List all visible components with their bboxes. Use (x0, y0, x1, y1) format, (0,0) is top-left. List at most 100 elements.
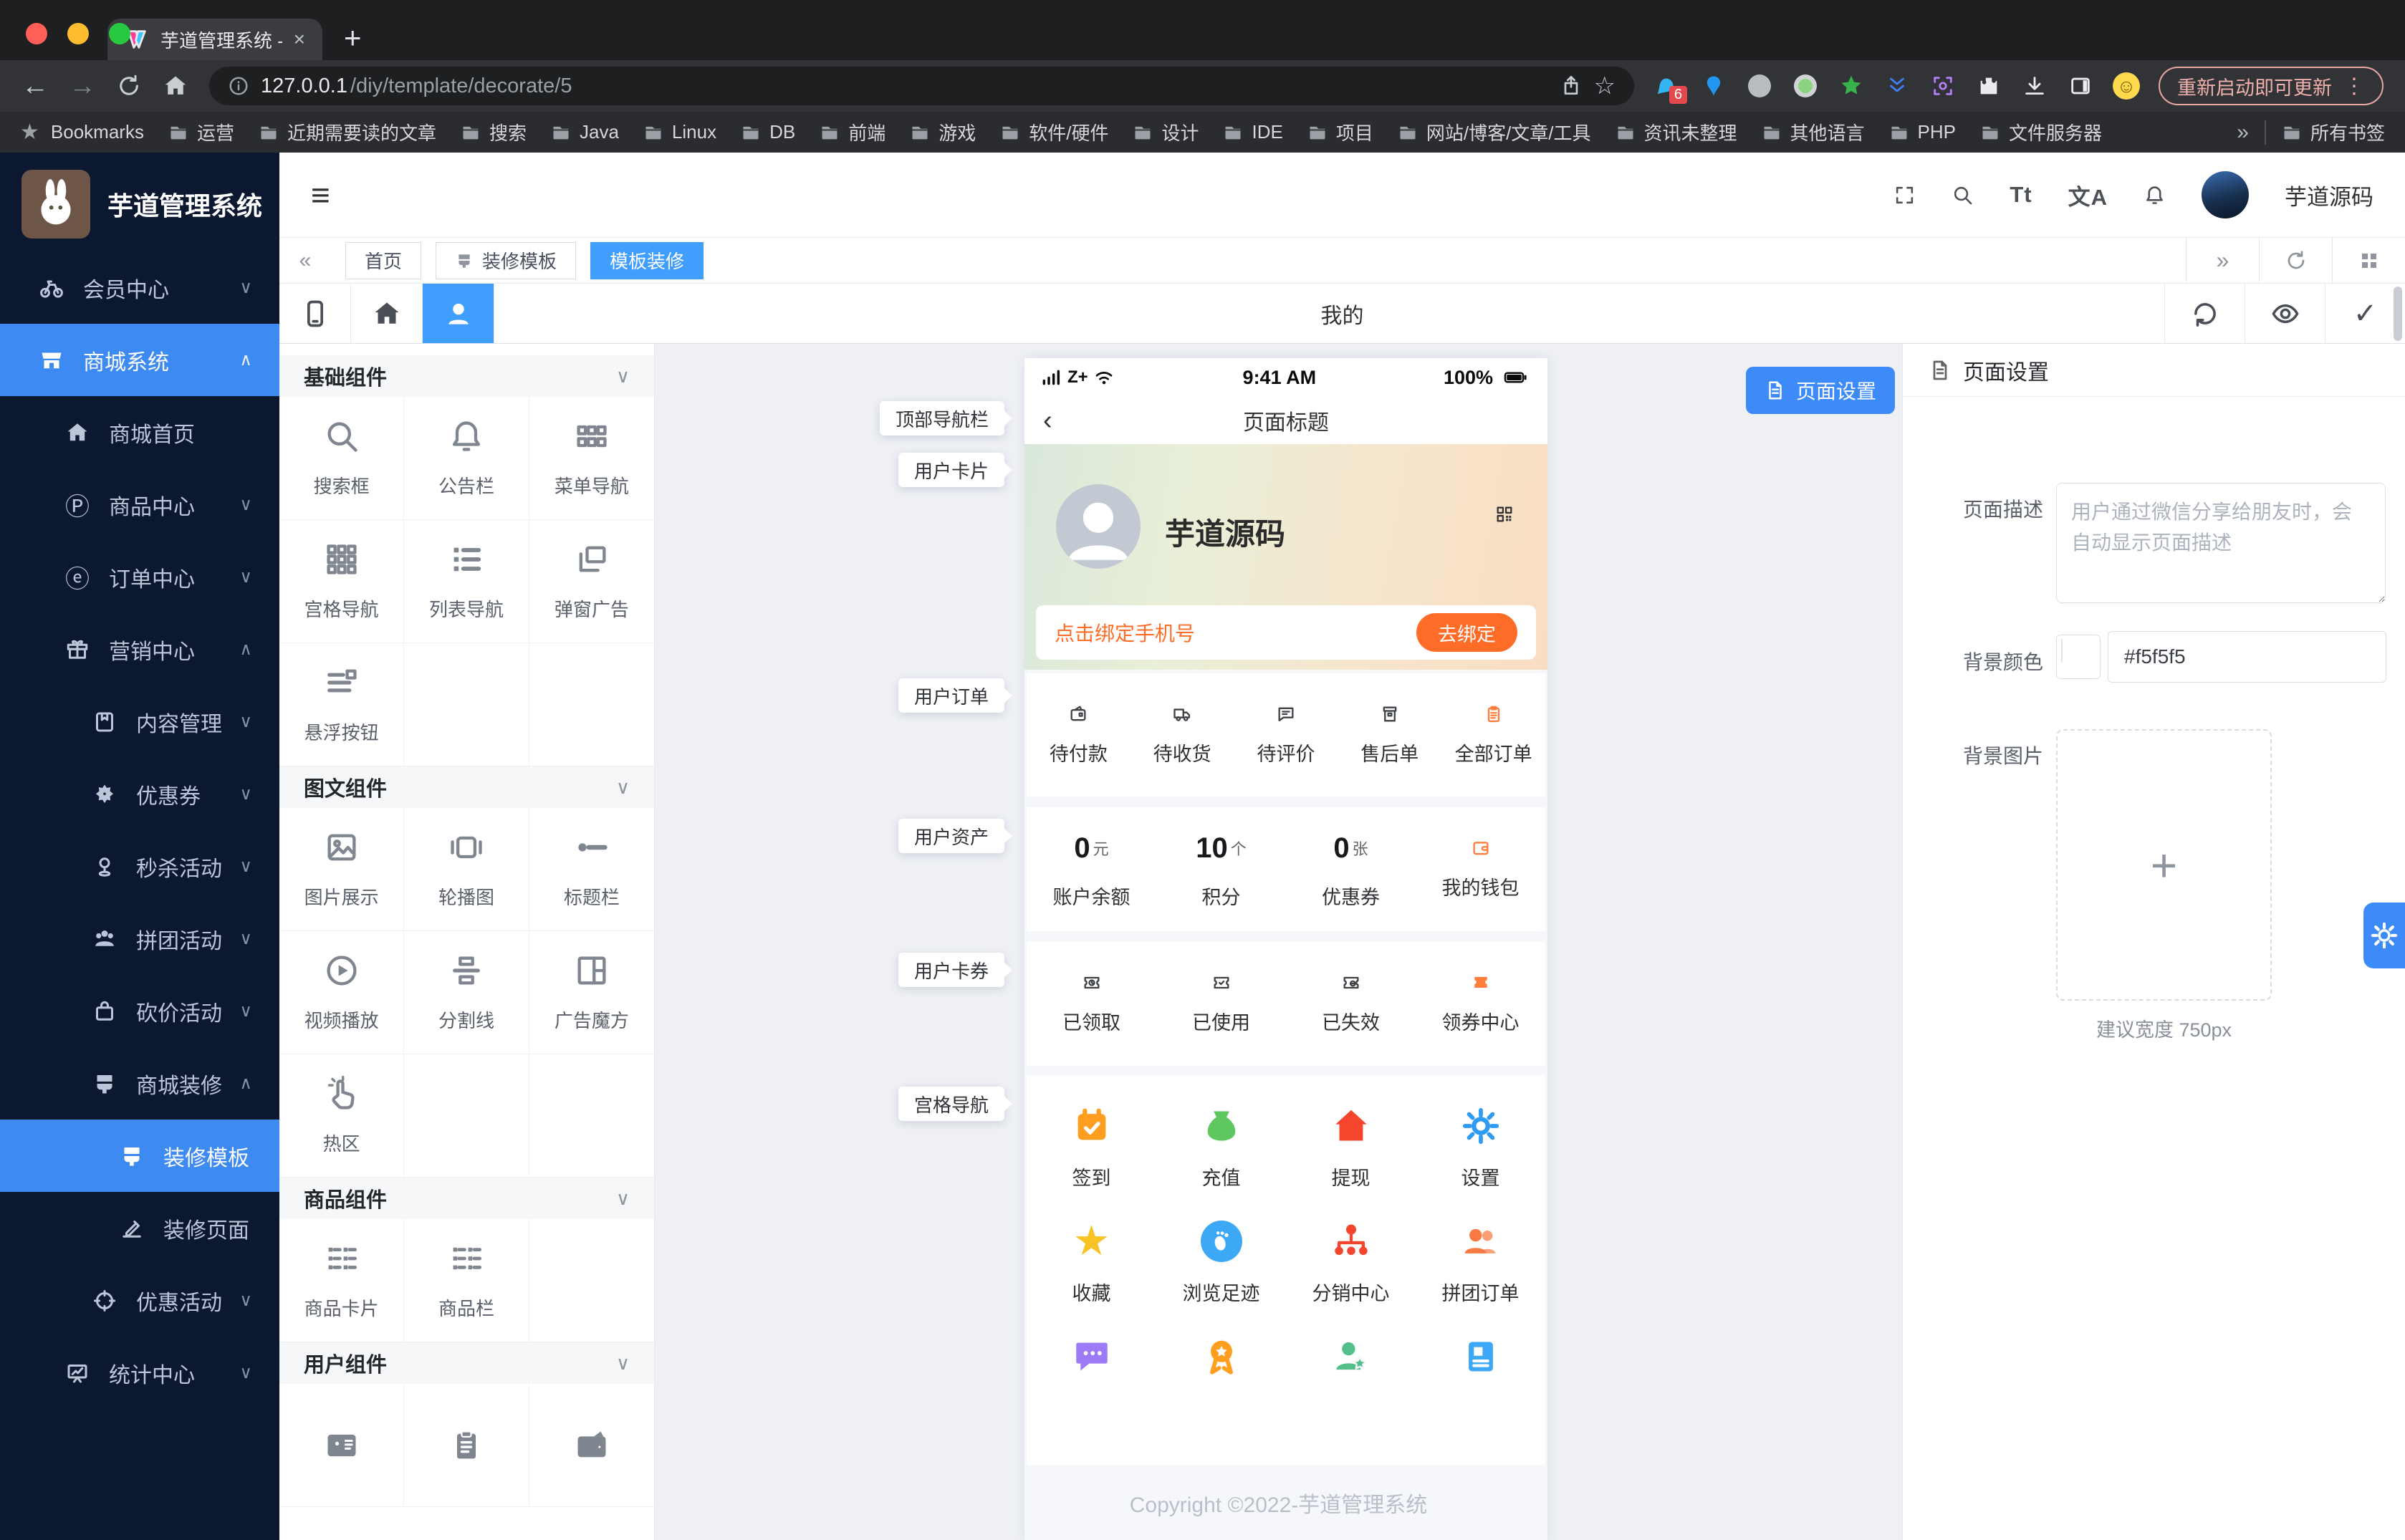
bookmark-folder[interactable]: 项目 (1307, 119, 1373, 145)
grid-item-favorites[interactable]: ★收藏 (1027, 1219, 1156, 1306)
header-username[interactable]: 芋道源码 (2285, 179, 2373, 211)
chevron-down-icon[interactable]: ∨ (616, 1352, 630, 1375)
bookmark-folder[interactable]: Java (551, 121, 619, 143)
home-page-icon[interactable] (351, 284, 423, 343)
font-size-icon[interactable]: Tt (2010, 182, 2032, 208)
sidebar-item-mall-decoration[interactable]: 商城装修∧ (0, 1047, 279, 1120)
close-window-button[interactable] (26, 23, 47, 44)
go-bind-button[interactable]: 去绑定 (1416, 613, 1517, 652)
component-user-card[interactable] (279, 1384, 404, 1507)
grid-item-card[interactable] (1416, 1334, 1545, 1379)
order-item-pending-payment[interactable]: 待付款 (1027, 704, 1131, 766)
phone-nav-bar[interactable]: ‹ 页面标题 (1024, 397, 1547, 444)
bookmark-folder[interactable]: 网站/博客/文章/工具 (1398, 119, 1591, 145)
user-asset-section[interactable]: 0元账户余额 10个积分 0张优惠券 我的钱包 (1027, 807, 1545, 931)
component-menu-nav[interactable]: 菜单导航 (529, 397, 654, 520)
bookmark-folder[interactable]: 资讯未整理 (1616, 119, 1737, 145)
chevron-down-icon[interactable]: ∨ (616, 1188, 630, 1210)
forward-icon[interactable]: → (69, 72, 96, 100)
all-bookmarks-folder[interactable]: 所有书签 (2282, 119, 2385, 145)
sidebar-item-mall-system[interactable]: 商城系统∧ (0, 324, 279, 396)
bookmark-folder[interactable]: DB (741, 121, 795, 143)
extension-scan-icon[interactable] (1929, 72, 1957, 100)
fullscreen-icon[interactable] (1893, 184, 1916, 206)
share-icon[interactable] (1560, 74, 1583, 97)
site-info-icon[interactable] (228, 75, 249, 97)
page-desc-input[interactable] (2056, 483, 2386, 603)
canvas-label-top-nav[interactable]: 顶部导航栏 (880, 401, 1004, 435)
sidebar-item-bargain[interactable]: 砍价活动∨ (0, 975, 279, 1047)
sidebar-item-decoration-template[interactable]: 装修模板 (0, 1120, 279, 1192)
tab-template-decorate[interactable]: 模板装修 (590, 242, 704, 279)
user-card-section[interactable]: 芋道源码 点击绑定手机号 去绑定 (1024, 444, 1547, 670)
grid-item-history[interactable]: 浏览足迹 (1156, 1219, 1286, 1306)
browser-home-icon[interactable] (162, 72, 189, 100)
reset-icon[interactable] (2164, 284, 2245, 343)
language-icon[interactable]: 文A (2068, 179, 2108, 211)
bookmark-folder[interactable]: 文件服务器 (1980, 119, 2102, 145)
coupon-center[interactable]: 领券中心 (1416, 973, 1545, 1035)
color-picker-swatch[interactable] (2056, 635, 2101, 679)
component-title-bar[interactable]: 标题栏 (529, 808, 654, 931)
component-divider[interactable]: 分割线 (404, 931, 529, 1054)
bookmark-folder[interactable]: 设计 (1133, 119, 1199, 145)
downloads-icon[interactable] (2021, 72, 2048, 100)
coupon-used[interactable]: 已使用 (1156, 973, 1286, 1035)
extensions-puzzle-icon[interactable] (1975, 72, 2002, 100)
coupon-received[interactable]: 已领取 (1027, 973, 1156, 1035)
notification-bell-icon[interactable] (2144, 184, 2166, 206)
component-goods-bar[interactable]: 商品栏 (404, 1219, 529, 1342)
grid-item-group-orders[interactable]: 拼团订单 (1416, 1219, 1545, 1306)
bookmark-folder[interactable]: 搜索 (461, 119, 527, 145)
sidebar-item-marketing-center[interactable]: 营销中心∧ (0, 613, 279, 685)
order-item-pending-receipt[interactable]: 待收货 (1131, 704, 1234, 766)
grid-item-distribution[interactable]: 分销中心 (1286, 1219, 1416, 1306)
bookmark-folder[interactable]: 近期需要读的文章 (259, 119, 436, 145)
tabs-scroll-left-icon[interactable]: « (279, 249, 331, 273)
browser-tab[interactable]: 芋道管理系统 - 模板装修 × (107, 19, 322, 60)
bookmarks-label[interactable]: Bookmarks (51, 121, 144, 143)
canvas-label-user-order[interactable]: 用户订单 (898, 678, 1004, 713)
canvas-label-user-asset[interactable]: 用户资产 (898, 819, 1004, 853)
new-tab-button[interactable]: + (344, 23, 362, 53)
asset-points[interactable]: 10个积分 (1156, 829, 1286, 910)
grid-item-recharge[interactable]: 充值 (1156, 1104, 1286, 1190)
tab-options-grid-icon[interactable] (2332, 238, 2405, 283)
sidebar-item-decoration-page[interactable]: 装修页面 (0, 1192, 279, 1264)
back-icon[interactable]: ← (21, 72, 49, 100)
sidebar-item-order-center[interactable]: ⓔ订单中心∨ (0, 541, 279, 613)
zoom-window-button[interactable] (109, 23, 130, 44)
asset-coupons[interactable]: 0张优惠券 (1286, 829, 1416, 910)
component-hotzone[interactable]: 热区 (279, 1054, 404, 1178)
page-settings-button[interactable]: 页面设置 (1746, 367, 1895, 414)
grid-item-medal[interactable] (1156, 1334, 1286, 1379)
extension-gray-icon[interactable] (1746, 72, 1773, 100)
qr-code-icon[interactable] (1494, 504, 1514, 524)
component-notice-bar[interactable]: 公告栏 (404, 397, 529, 520)
profile-avatar[interactable]: ☺ (2113, 72, 2140, 100)
bg-image-upload[interactable]: + (2056, 729, 2272, 1001)
user-avatar[interactable] (2202, 171, 2249, 218)
component-user-wallet[interactable] (529, 1384, 654, 1507)
coupon-expired[interactable]: 已失效 (1286, 973, 1416, 1035)
component-popup-ad[interactable]: 弹窗广告 (529, 520, 654, 643)
bookmark-folder[interactable]: 其他语言 (1762, 119, 1865, 145)
sidebar-item-group-buy[interactable]: 拼团活动∨ (0, 903, 279, 975)
phone-preview-icon[interactable] (279, 284, 351, 343)
component-grid-nav[interactable]: 宫格导航 (279, 520, 404, 643)
component-user-order[interactable] (404, 1384, 529, 1507)
bookmark-folder[interactable]: Linux (643, 121, 716, 143)
tabs-scroll-right-icon[interactable]: » (2186, 238, 2259, 283)
asset-balance[interactable]: 0元账户余额 (1027, 829, 1156, 910)
menu-collapse-icon[interactable]: ≡ (311, 178, 330, 211)
component-float-button[interactable]: 悬浮按钮 (279, 643, 404, 766)
order-item-after-sale[interactable]: 售后单 (1338, 704, 1441, 766)
sidebar-item-seckill[interactable]: 秒杀活动∨ (0, 830, 279, 903)
order-item-pending-review[interactable]: 待评价 (1234, 704, 1338, 766)
component-video-player[interactable]: 视频播放 (279, 931, 404, 1054)
component-image-display[interactable]: 图片展示 (279, 808, 404, 931)
sidebar-item-statistics-center[interactable]: 统计中心∨ (0, 1337, 279, 1409)
sidebar-item-mall-home[interactable]: 商城首页 (0, 396, 279, 468)
extension-diamond-icon[interactable]: 6 (1654, 72, 1681, 100)
grid-item-service[interactable] (1027, 1334, 1156, 1379)
